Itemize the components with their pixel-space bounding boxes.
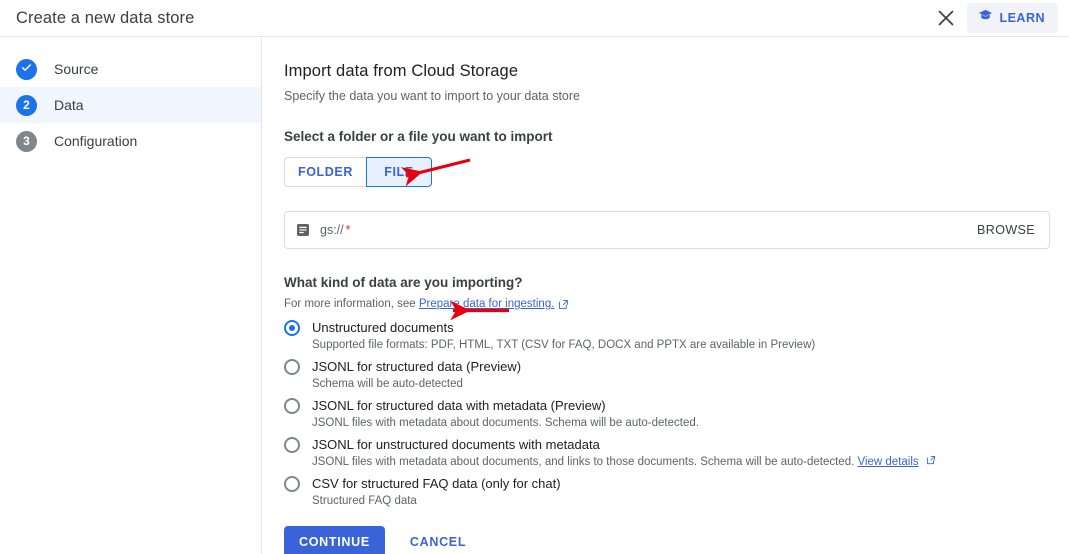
radio-control-csv-faq[interactable] [284, 476, 300, 492]
radio-option-jsonl-structured[interactable]: JSONL for structured data (Preview) Sche… [284, 358, 1069, 392]
data-kind-help-text: For more information, see Prepare data f… [284, 298, 1069, 310]
sidebar-item-configuration[interactable]: 3 Configuration [0, 123, 261, 159]
close-button[interactable] [931, 3, 961, 33]
source-type-file-button[interactable]: FILE [366, 157, 432, 187]
titlebar-actions: LEARN [931, 3, 1069, 33]
gcs-path-prefix-label: gs://* [320, 223, 351, 237]
radio-desc-text: JSONL files with metadata about document… [312, 456, 855, 468]
gcs-path-input[interactable] [354, 222, 978, 238]
radio-label-jsonl-unstructured-metadata: JSONL for unstructured documents with me… [312, 437, 600, 452]
radio-control-jsonl-structured[interactable] [284, 359, 300, 375]
view-details-link[interactable]: View details [858, 456, 919, 468]
external-link-icon[interactable] [926, 455, 936, 465]
data-kind-radio-group: Unstructured documents Supported file fo… [284, 319, 1069, 509]
create-data-store-dialog: Create a new data store LEARN Source 2 D… [0, 0, 1069, 554]
radio-desc-jsonl-unstructured-metadata: JSONL files with metadata about document… [312, 455, 936, 470]
source-type-toggle-group: FOLDER FILE [284, 157, 432, 187]
gcs-path-field[interactable]: gs://* BROWSE [284, 211, 1050, 249]
page-title: Import data from Cloud Storage [284, 62, 519, 80]
step-marker-data: 2 [16, 94, 37, 116]
radio-control-jsonl-unstructured-metadata[interactable] [284, 437, 300, 453]
dialog-titlebar: Create a new data store LEARN [0, 0, 1069, 37]
radio-option-jsonl-structured-metadata[interactable]: JSONL for structured data with metadata … [284, 397, 1069, 431]
radio-option-unstructured-documents[interactable]: Unstructured documents Supported file fo… [284, 319, 1069, 353]
step-marker-configuration: 3 [16, 130, 37, 152]
select-source-section-title: Select a folder or a file you want to im… [284, 129, 553, 144]
radio-desc-unstructured-documents: Supported file formats: PDF, HTML, TXT (… [312, 339, 816, 351]
radio-desc-jsonl-structured: Schema will be auto-detected [312, 378, 463, 390]
sidebar-item-source[interactable]: Source [0, 51, 261, 87]
radio-option-csv-faq[interactable]: CSV for structured FAQ data (only for ch… [284, 475, 1069, 509]
external-link-icon[interactable] [558, 299, 569, 310]
page-subtitle: Specify the data you want to import to y… [284, 89, 580, 103]
cancel-button[interactable]: CANCEL [400, 526, 476, 554]
prepare-data-link[interactable]: Prepare data for ingesting. [419, 298, 555, 310]
radio-texts: Unstructured documents Supported file fo… [312, 319, 815, 353]
import-data-panel: Import data from Cloud Storage Specify t… [263, 38, 1069, 554]
radio-texts: CSV for structured FAQ data (only for ch… [312, 475, 561, 509]
dialog-title: Create a new data store [16, 8, 195, 27]
close-icon [937, 9, 955, 27]
source-type-folder-button[interactable]: FOLDER [284, 157, 367, 187]
browse-button[interactable]: BROWSE [977, 223, 1035, 237]
learn-button[interactable]: LEARN [967, 3, 1058, 33]
data-kind-section-title: What kind of data are you importing? [284, 275, 523, 290]
radio-option-jsonl-unstructured-metadata[interactable]: JSONL for unstructured documents with me… [284, 436, 1069, 470]
radio-texts: JSONL for structured data (Preview) Sche… [312, 358, 521, 392]
check-icon [20, 61, 33, 77]
radio-texts: JSONL for unstructured documents with me… [312, 436, 936, 470]
radio-desc-jsonl-structured-metadata: JSONL files with metadata about document… [312, 417, 699, 429]
sidebar-item-label-configuration: Configuration [54, 133, 138, 149]
learn-label: LEARN [999, 11, 1045, 25]
step-marker-source [16, 58, 37, 80]
sidebar-item-label-source: Source [54, 61, 99, 77]
radio-control-jsonl-structured-metadata[interactable] [284, 398, 300, 414]
required-asterisk: * [345, 223, 351, 237]
radio-label-unstructured-documents: Unstructured documents [312, 320, 454, 335]
radio-texts: JSONL for structured data with metadata … [312, 397, 699, 431]
radio-control-unstructured-documents[interactable] [284, 320, 300, 336]
wizard-steps-sidebar: Source 2 Data 3 Configuration [0, 38, 262, 554]
dialog-actions: CONTINUE CANCEL [284, 526, 1069, 554]
sidebar-item-data[interactable]: 2 Data [0, 87, 261, 123]
data-kind-help-prefix: For more information, see [284, 298, 416, 310]
radio-label-csv-faq: CSV for structured FAQ data (only for ch… [312, 476, 561, 491]
continue-button[interactable]: CONTINUE [284, 526, 385, 554]
graduation-cap-icon [978, 8, 993, 28]
radio-desc-csv-faq: Structured FAQ data [312, 495, 417, 507]
gcs-path-prefix-text: gs:// [320, 223, 344, 237]
radio-label-jsonl-structured-metadata: JSONL for structured data with metadata … [312, 398, 606, 413]
cloud-storage-icon [295, 222, 311, 238]
radio-label-jsonl-structured: JSONL for structured data (Preview) [312, 359, 522, 374]
sidebar-item-label-data: Data [54, 97, 84, 113]
